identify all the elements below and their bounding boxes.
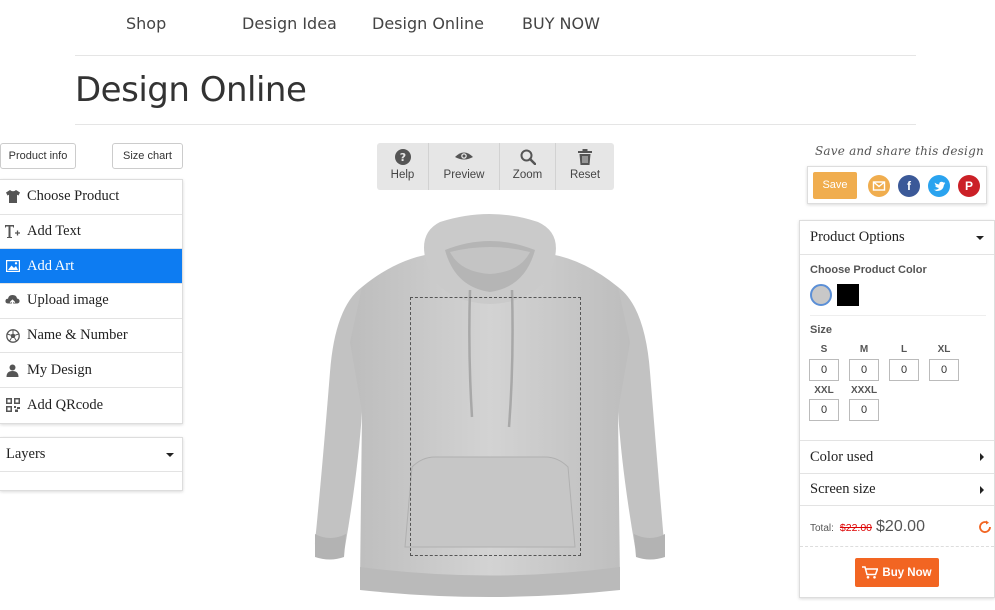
buy-now-button[interactable]: Buy Now [855, 558, 939, 587]
price: $20.00 [876, 518, 925, 535]
size-qty-xxl[interactable]: 0 [809, 399, 839, 421]
cloud-upload-icon [5, 293, 20, 308]
share-title: Save and share this design [815, 144, 984, 158]
tool-name-number[interactable]: Name & Number [0, 319, 182, 354]
tool-upload-image[interactable]: Upload image [0, 284, 182, 319]
tool-label: Name & Number [27, 327, 128, 344]
design-toolbar: ? Help Preview Zoom Reset [377, 143, 614, 190]
tool-label: Add Text [27, 223, 81, 240]
search-icon [520, 149, 536, 165]
share-box: Save f P [807, 166, 987, 204]
nav-buy-now[interactable]: BUY NOW [522, 14, 600, 33]
trash-icon [578, 149, 592, 165]
size-qty-xl[interactable]: 0 [929, 359, 959, 381]
tool-add-qrcode[interactable]: Add QRcode [0, 388, 182, 423]
tool-add-art[interactable]: Add Art [0, 249, 182, 285]
size-name: XL [937, 344, 951, 355]
size-name: S [820, 344, 828, 355]
product-options-label: Product Options [810, 229, 905, 245]
size-name: M [859, 344, 869, 355]
choose-color-label: Choose Product Color [810, 264, 927, 276]
image-icon [5, 259, 20, 274]
size-qty-l[interactable]: 0 [889, 359, 919, 381]
help-button[interactable]: ? Help [377, 143, 428, 190]
tool-label: Choose Product [27, 188, 120, 205]
tool-label: Add Art [27, 257, 75, 274]
reset-button[interactable]: Reset [556, 143, 614, 190]
cart-icon [862, 566, 879, 579]
help-label: Help [390, 169, 415, 181]
tool-panel: Choose Product Add Text Add Art Upload i… [0, 179, 183, 424]
nav-design-online[interactable]: Design Online [372, 14, 484, 33]
preview-label: Preview [443, 169, 485, 181]
preview-button[interactable]: Preview [429, 143, 499, 190]
page-title: Design Online [75, 70, 307, 110]
tool-label: Add QRcode [27, 396, 104, 413]
chevron-right-icon [980, 485, 984, 494]
save-button[interactable]: Save [813, 172, 857, 199]
soccer-ball-icon [5, 328, 20, 343]
facebook-icon[interactable]: f [898, 175, 920, 197]
layers-header[interactable]: Layers [0, 438, 182, 472]
color-used-row[interactable]: Color used [800, 440, 994, 473]
size-label: Size [810, 324, 833, 336]
screen-size-row[interactable]: Screen size [800, 473, 994, 506]
tool-add-text[interactable]: Add Text [0, 215, 182, 250]
title-divider [75, 124, 916, 125]
tshirt-icon [5, 189, 20, 204]
layers-panel: Layers [0, 437, 183, 491]
top-navigation: Shop Design Idea Design Online BUY NOW [75, 0, 916, 56]
user-icon [5, 363, 20, 378]
chevron-down-icon [166, 452, 174, 457]
chevron-down-icon [976, 235, 984, 240]
nav-shop[interactable]: Shop [126, 14, 166, 33]
old-price: $22.00 [839, 522, 873, 534]
color-swatch-black[interactable] [837, 284, 859, 306]
size-chart-button[interactable]: Size chart [112, 143, 183, 169]
options-divider [810, 315, 986, 316]
refresh-icon[interactable] [978, 520, 992, 539]
total-row: Total: $22.00 $20.00 [810, 518, 991, 540]
eye-icon [455, 152, 473, 160]
email-icon[interactable] [868, 175, 890, 197]
tool-label: My Design [27, 361, 92, 378]
zoom-button[interactable]: Zoom [500, 143, 555, 190]
qrcode-icon [5, 398, 20, 413]
size-qty-s[interactable]: 0 [809, 359, 839, 381]
svg-text:?: ? [399, 151, 405, 164]
size-qty-m[interactable]: 0 [849, 359, 879, 381]
buy-now-label: Buy Now [882, 566, 932, 579]
zoom-label: Zoom [512, 169, 543, 181]
tool-my-design[interactable]: My Design [0, 353, 182, 389]
size-name: L [900, 344, 908, 355]
color-used-label: Color used [810, 448, 874, 465]
tool-label: Upload image [27, 292, 109, 309]
size-name: XXXL [850, 385, 878, 396]
twitter-icon[interactable] [928, 175, 950, 197]
product-info-button[interactable]: Product info [0, 143, 76, 169]
total-divider [800, 546, 994, 547]
layers-label: Layers [6, 446, 46, 462]
nav-design-idea[interactable]: Design Idea [242, 14, 337, 33]
product-options-panel: Product Options Choose Product Color Siz… [799, 220, 995, 598]
pinterest-icon[interactable]: P [958, 175, 980, 197]
total-label: Total: [810, 523, 834, 534]
product-options-header[interactable]: Product Options [800, 221, 994, 255]
size-qty-xxxl[interactable]: 0 [849, 399, 879, 421]
tool-choose-product[interactable]: Choose Product [0, 180, 182, 215]
color-swatch-gray[interactable] [810, 284, 832, 306]
screen-size-label: Screen size [810, 481, 876, 497]
reset-label: Reset [569, 169, 601, 181]
size-name: XXL [814, 385, 834, 396]
print-area[interactable] [410, 297, 581, 556]
chevron-right-icon [980, 453, 984, 461]
help-icon: ? [394, 149, 411, 165]
text-icon [5, 224, 20, 239]
